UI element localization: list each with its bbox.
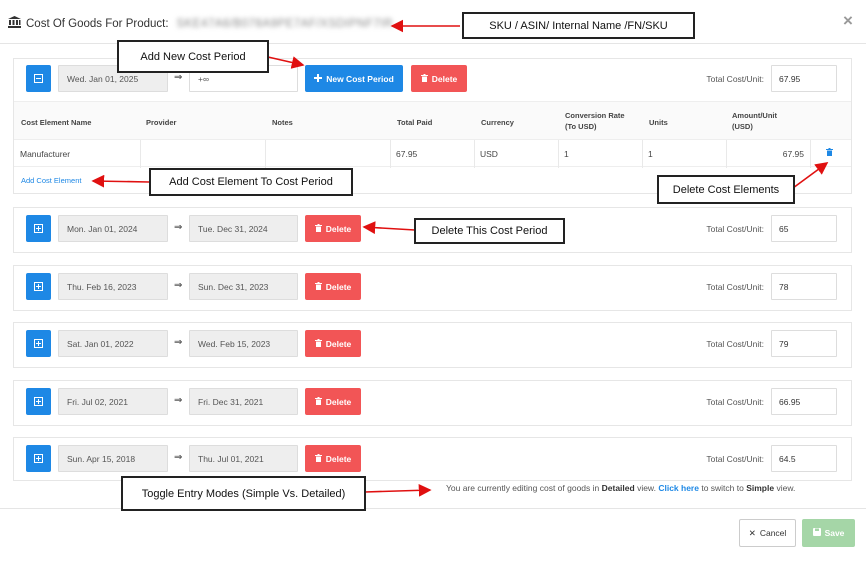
cancel-label: Cancel <box>759 528 787 538</box>
new-cost-period-label: New Cost Period <box>326 73 394 84</box>
total-cost-label: Total Cost/Unit: <box>706 339 764 349</box>
expand-icon[interactable] <box>26 330 51 357</box>
total-cost-label: Total Cost/Unit: <box>706 397 764 407</box>
cell-total-paid[interactable]: 67.95 <box>390 140 474 168</box>
new-cost-period-button[interactable]: New Cost Period <box>305 65 403 92</box>
title-text: Cost Of Goods For Product: <box>26 17 169 30</box>
cancel-button[interactable]: ✕ Cancel <box>739 519 796 547</box>
col-notes: Notes <box>272 118 293 127</box>
total-cost-label: Total Cost/Unit: <box>706 454 764 464</box>
total-cost-label: Total Cost/Unit: <box>706 282 764 292</box>
callout-delete-period: Delete This Cost Period <box>414 218 565 244</box>
col-name: Cost Element Name <box>21 118 92 127</box>
expand-icon[interactable] <box>26 215 51 242</box>
total-cost-input[interactable]: 65 <box>771 215 837 242</box>
add-cost-element-link[interactable]: Add Cost Element <box>21 176 81 185</box>
cell-conversion[interactable]: 1 <box>558 140 642 168</box>
table-row: Manufacturer 67.95 USD 1 1 67.95 <box>14 139 851 168</box>
mode-toggle-text: You are currently editing cost of goods … <box>446 483 796 493</box>
plus-icon <box>314 73 323 84</box>
col-provider: Provider <box>146 118 177 127</box>
trash-icon <box>314 338 322 349</box>
modal-title: Cost Of Goods For Product: SKE47A6/B078A… <box>8 16 393 31</box>
cell-notes[interactable] <box>265 140 390 168</box>
cell-amount[interactable]: 67.95 <box>726 140 810 168</box>
col-currency: Currency <box>481 118 514 127</box>
expand-icon[interactable] <box>26 273 51 300</box>
product-sku: SKE47A6/B078A9PE7AF/XSDIPNF7IR <box>176 17 393 30</box>
total-cost-input[interactable]: 78 <box>771 273 837 300</box>
cell-units[interactable]: 1 <box>642 140 726 168</box>
callout-add-element: Add Cost Element To Cost Period <box>149 168 353 196</box>
cell-currency[interactable]: USD <box>474 140 558 168</box>
bank-icon <box>8 16 21 31</box>
period-arrow: ⇒ <box>174 452 183 463</box>
col-total-paid: Total Paid <box>397 118 433 127</box>
total-cost-input[interactable]: 79 <box>771 330 837 357</box>
delete-period-button[interactable]: Delete <box>411 65 467 92</box>
period-end-date[interactable]: Wed. Feb 15, 2023 <box>189 330 298 357</box>
period-end-date[interactable]: Tue. Dec 31, 2024 <box>189 215 298 242</box>
delete-period-button[interactable]: Delete <box>305 445 361 472</box>
delete-label: Delete <box>325 281 352 292</box>
cost-element-table-header: Cost Element Name Provider Notes Total P… <box>14 101 851 139</box>
close-icon[interactable]: × <box>843 11 853 31</box>
period-start-date[interactable]: Thu. Feb 16, 2023 <box>58 273 168 300</box>
period-arrow: ⇒ <box>174 395 183 406</box>
period-arrow: ⇒ <box>174 222 183 233</box>
period-end-date[interactable]: Thu. Jul 01, 2021 <box>189 445 298 472</box>
period-arrow: ⇒ <box>174 72 183 83</box>
close-icon: ✕ <box>748 527 756 538</box>
delete-label: Delete <box>325 396 352 407</box>
trash-icon <box>314 281 322 292</box>
cell-name[interactable]: Manufacturer <box>14 140 140 168</box>
callout-sku: SKU / ASIN/ Internal Name /FN/SKU <box>462 12 695 39</box>
save-icon <box>812 528 821 538</box>
total-cost-label: Total Cost/Unit: <box>706 224 764 234</box>
total-cost-input[interactable]: 67.95 <box>771 65 837 92</box>
period-start-date[interactable]: Sat. Jan 01, 2022 <box>58 330 168 357</box>
collapse-icon[interactable] <box>26 65 51 92</box>
total-cost-label: Total Cost/Unit: <box>706 74 764 84</box>
cell-provider[interactable] <box>140 140 265 168</box>
delete-label: Delete <box>325 338 352 349</box>
delete-label: Delete <box>325 223 352 234</box>
col-amount-unit: Amount/Unit (USD) <box>732 111 777 131</box>
period-arrow: ⇒ <box>174 280 183 291</box>
delete-label: Delete <box>325 453 352 464</box>
modal-footer <box>0 508 866 561</box>
total-cost-input[interactable]: 66.95 <box>771 388 837 415</box>
delete-period-button[interactable]: Delete <box>305 330 361 357</box>
delete-cost-element-icon[interactable] <box>826 148 833 158</box>
period-start-date[interactable]: Mon. Jan 01, 2024 <box>58 215 168 242</box>
delete-period-button[interactable]: Delete <box>305 215 361 242</box>
save-label: Save <box>824 528 845 538</box>
period-start-date[interactable]: Sun. Apr 15, 2018 <box>58 445 168 472</box>
delete-period-button[interactable]: Delete <box>305 273 361 300</box>
callout-toggle-mode: Toggle Entry Modes (Simple Vs. Detailed) <box>121 476 366 511</box>
expand-icon[interactable] <box>26 388 51 415</box>
callout-add-period: Add New Cost Period <box>117 40 269 73</box>
col-conversion-rate: Conversion Rate (To USD) <box>565 111 625 131</box>
trash-icon <box>314 453 322 464</box>
period-arrow: ⇒ <box>174 337 183 348</box>
callout-delete-elements: Delete Cost Elements <box>657 175 795 204</box>
period-start-date[interactable]: Fri. Jul 02, 2021 <box>58 388 168 415</box>
delete-label: Delete <box>431 73 458 84</box>
period-end-date[interactable]: Fri. Dec 31, 2021 <box>189 388 298 415</box>
expand-icon[interactable] <box>26 445 51 472</box>
delete-period-button[interactable]: Delete <box>305 388 361 415</box>
save-button[interactable]: Save <box>802 519 855 547</box>
trash-icon <box>420 73 428 84</box>
total-cost-input[interactable]: 64.5 <box>771 445 837 472</box>
switch-mode-link[interactable]: Click here <box>658 483 699 493</box>
trash-icon <box>314 396 322 407</box>
col-units: Units <box>649 118 668 127</box>
period-end-date[interactable]: Sun. Dec 31, 2023 <box>189 273 298 300</box>
trash-icon <box>314 223 322 234</box>
